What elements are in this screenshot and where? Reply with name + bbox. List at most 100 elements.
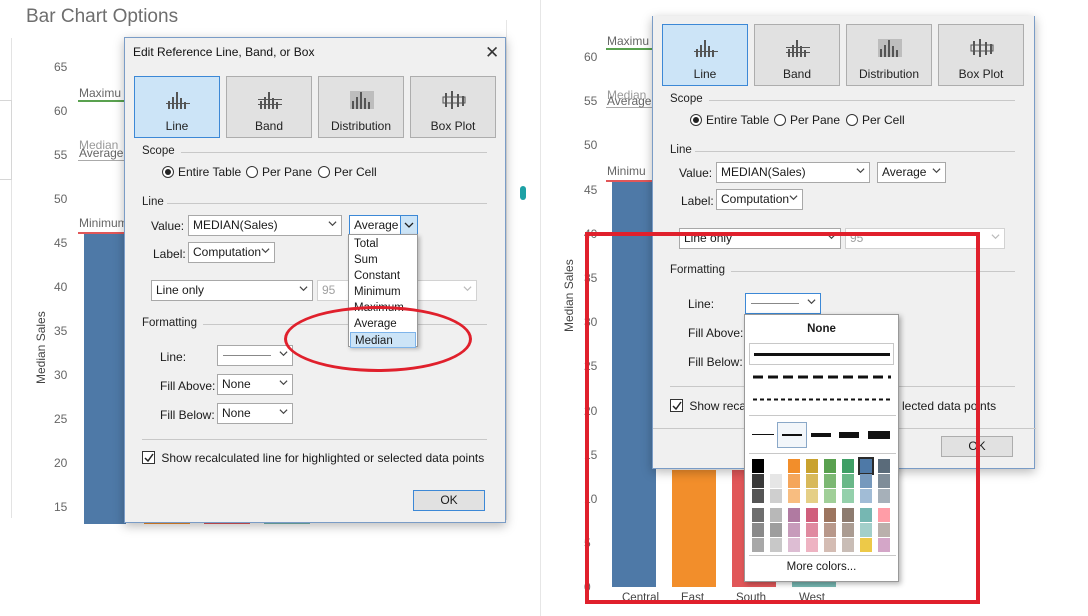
ok-button[interactable]: OK bbox=[413, 490, 485, 511]
page-title: Bar Chart Options bbox=[26, 6, 179, 27]
confidence-select[interactable]: Line only bbox=[151, 280, 313, 301]
scroll-strip bbox=[506, 20, 526, 520]
value-field-text: MEDIAN(Sales) bbox=[721, 165, 806, 179]
type-band-label: Band bbox=[254, 119, 284, 133]
confidence-select-text: Line only bbox=[156, 283, 205, 297]
aggregation-text: Average bbox=[354, 218, 399, 232]
line-style-preview bbox=[223, 355, 271, 356]
radio-unchecked-icon bbox=[318, 166, 330, 178]
y-tick-label: 15 bbox=[54, 500, 68, 514]
line-style-select[interactable] bbox=[217, 345, 293, 366]
right-screenshot: Median Sales 60 55 50 45 40 35 30 25 20 15 10 5 0 Ma… bbox=[540, 0, 1088, 616]
fill-below-select[interactable]: None bbox=[217, 403, 293, 424]
line-heading: Line bbox=[670, 144, 692, 156]
maximum-ref-line bbox=[606, 48, 654, 50]
checkbox-checked-icon bbox=[142, 451, 155, 464]
type-distribution-button[interactable]: Distribution bbox=[846, 24, 932, 86]
line-divider bbox=[695, 151, 1015, 152]
type-box-plot-label: Box Plot bbox=[430, 119, 476, 133]
scope-per-pane-label: Per Pane bbox=[790, 113, 841, 127]
radio-checked-icon bbox=[690, 114, 702, 126]
y-tick-label: 55 bbox=[584, 94, 598, 109]
line-chart-icon bbox=[166, 92, 190, 109]
bar-central[interactable] bbox=[84, 234, 126, 524]
value-label: Value: bbox=[151, 219, 185, 233]
fill-below-label: Fill Below: bbox=[160, 408, 215, 422]
confidence-value-text: 95 bbox=[322, 283, 336, 297]
y-tick-label: 30 bbox=[54, 368, 68, 382]
aggregation-option-constant[interactable]: Constant bbox=[350, 268, 416, 284]
type-line-button[interactable]: Line bbox=[662, 24, 748, 86]
scope-per-pane-radio[interactable]: Per Pane bbox=[246, 165, 312, 179]
chevron-down-icon bbox=[463, 286, 472, 292]
chevron-down-icon bbox=[328, 221, 337, 227]
scope-per-pane-radio[interactable]: Per Pane bbox=[774, 113, 840, 127]
type-distribution-label: Distribution bbox=[858, 67, 920, 81]
aggregation-select[interactable]: Average bbox=[349, 215, 418, 236]
sheet-edge-control bbox=[0, 100, 12, 180]
aggregation-text: Average bbox=[882, 165, 927, 179]
band-chart-icon bbox=[786, 40, 810, 57]
chevron-down-icon bbox=[299, 286, 308, 292]
scope-entire-table-radio[interactable]: Entire Table bbox=[162, 165, 241, 179]
y-tick-label: 60 bbox=[584, 50, 598, 64]
label-select[interactable]: Computation bbox=[716, 189, 803, 210]
label-select-text: Computation bbox=[193, 245, 262, 259]
aggregation-option-minimum[interactable]: Minimum bbox=[350, 284, 416, 300]
close-icon[interactable]: ✕ bbox=[485, 44, 499, 61]
type-band-label: Band bbox=[782, 67, 812, 81]
type-band-button[interactable]: Band bbox=[754, 24, 840, 86]
aggregation-option-total[interactable]: Total bbox=[350, 236, 416, 252]
panel-separator bbox=[540, 0, 541, 616]
maximum-ref-label: Maximu bbox=[607, 34, 650, 48]
bottom-divider bbox=[142, 439, 487, 440]
line-style-label: Line: bbox=[160, 350, 187, 364]
box-plot-icon bbox=[970, 39, 994, 57]
chevron-down-icon bbox=[991, 234, 1000, 240]
y-tick-label: 20 bbox=[54, 456, 68, 470]
y-tick-label: 50 bbox=[584, 138, 598, 153]
type-distribution-button[interactable]: Distribution bbox=[318, 76, 404, 138]
formatting-heading: Formatting bbox=[142, 317, 197, 329]
minimum-ref-label: Minimum bbox=[79, 216, 128, 230]
y-tick-label: 25 bbox=[54, 412, 68, 426]
y-axis-title: Median Sales bbox=[562, 259, 576, 332]
chevron-down-icon bbox=[279, 409, 288, 415]
line-heading: Line bbox=[142, 196, 164, 208]
label-select[interactable]: Computation bbox=[188, 242, 275, 263]
line-chart-icon bbox=[694, 40, 718, 57]
line-divider bbox=[167, 203, 487, 204]
aggregation-option-sum[interactable]: Sum bbox=[350, 252, 416, 268]
value-field-select[interactable]: MEDIAN(Sales) bbox=[716, 162, 870, 183]
average-ref-line bbox=[78, 160, 126, 161]
scope-per-pane-label: Per Pane bbox=[262, 165, 313, 179]
aggregation-select[interactable]: Average bbox=[877, 162, 946, 183]
maximum-ref-line bbox=[78, 100, 126, 102]
scope-per-cell-radio[interactable]: Per Cell bbox=[318, 165, 377, 179]
fill-above-select[interactable]: None bbox=[217, 374, 293, 395]
type-line-button[interactable]: Line bbox=[134, 76, 220, 138]
distribution-chart-icon bbox=[350, 91, 374, 109]
value-field-select[interactable]: MEDIAN(Sales) bbox=[188, 215, 342, 236]
minimum-ref-label: Minimu bbox=[607, 164, 646, 178]
left-screenshot: Bar Chart Options Median Sales 65 60 55 50 4… bbox=[0, 0, 528, 616]
highlight-ellipse bbox=[284, 306, 472, 372]
value-label: Value: bbox=[679, 166, 713, 180]
radio-checked-icon bbox=[162, 166, 174, 178]
type-box-plot-button[interactable]: Box Plot bbox=[938, 24, 1024, 86]
scope-entire-table-radio[interactable]: Entire Table bbox=[690, 113, 769, 127]
box-plot-icon bbox=[442, 91, 466, 109]
scroll-handle[interactable] bbox=[520, 186, 526, 200]
chevron-down-icon bbox=[404, 222, 414, 228]
recalc-checkbox-label: Show recalculated line for highlighted o… bbox=[161, 451, 485, 465]
type-band-button[interactable]: Band bbox=[226, 76, 312, 138]
fill-above-label: Fill Above: bbox=[160, 379, 216, 393]
scope-per-cell-radio[interactable]: Per Cell bbox=[846, 113, 905, 127]
aggregation-caret[interactable] bbox=[400, 216, 417, 235]
label-label: Label: bbox=[681, 194, 714, 208]
recalc-checkbox[interactable]: Show recalculated line for highlighted o… bbox=[142, 451, 484, 465]
y-tick-label: 35 bbox=[54, 324, 68, 338]
chevron-down-icon bbox=[279, 351, 288, 357]
type-box-plot-button[interactable]: Box Plot bbox=[410, 76, 496, 138]
radio-unchecked-icon bbox=[246, 166, 258, 178]
